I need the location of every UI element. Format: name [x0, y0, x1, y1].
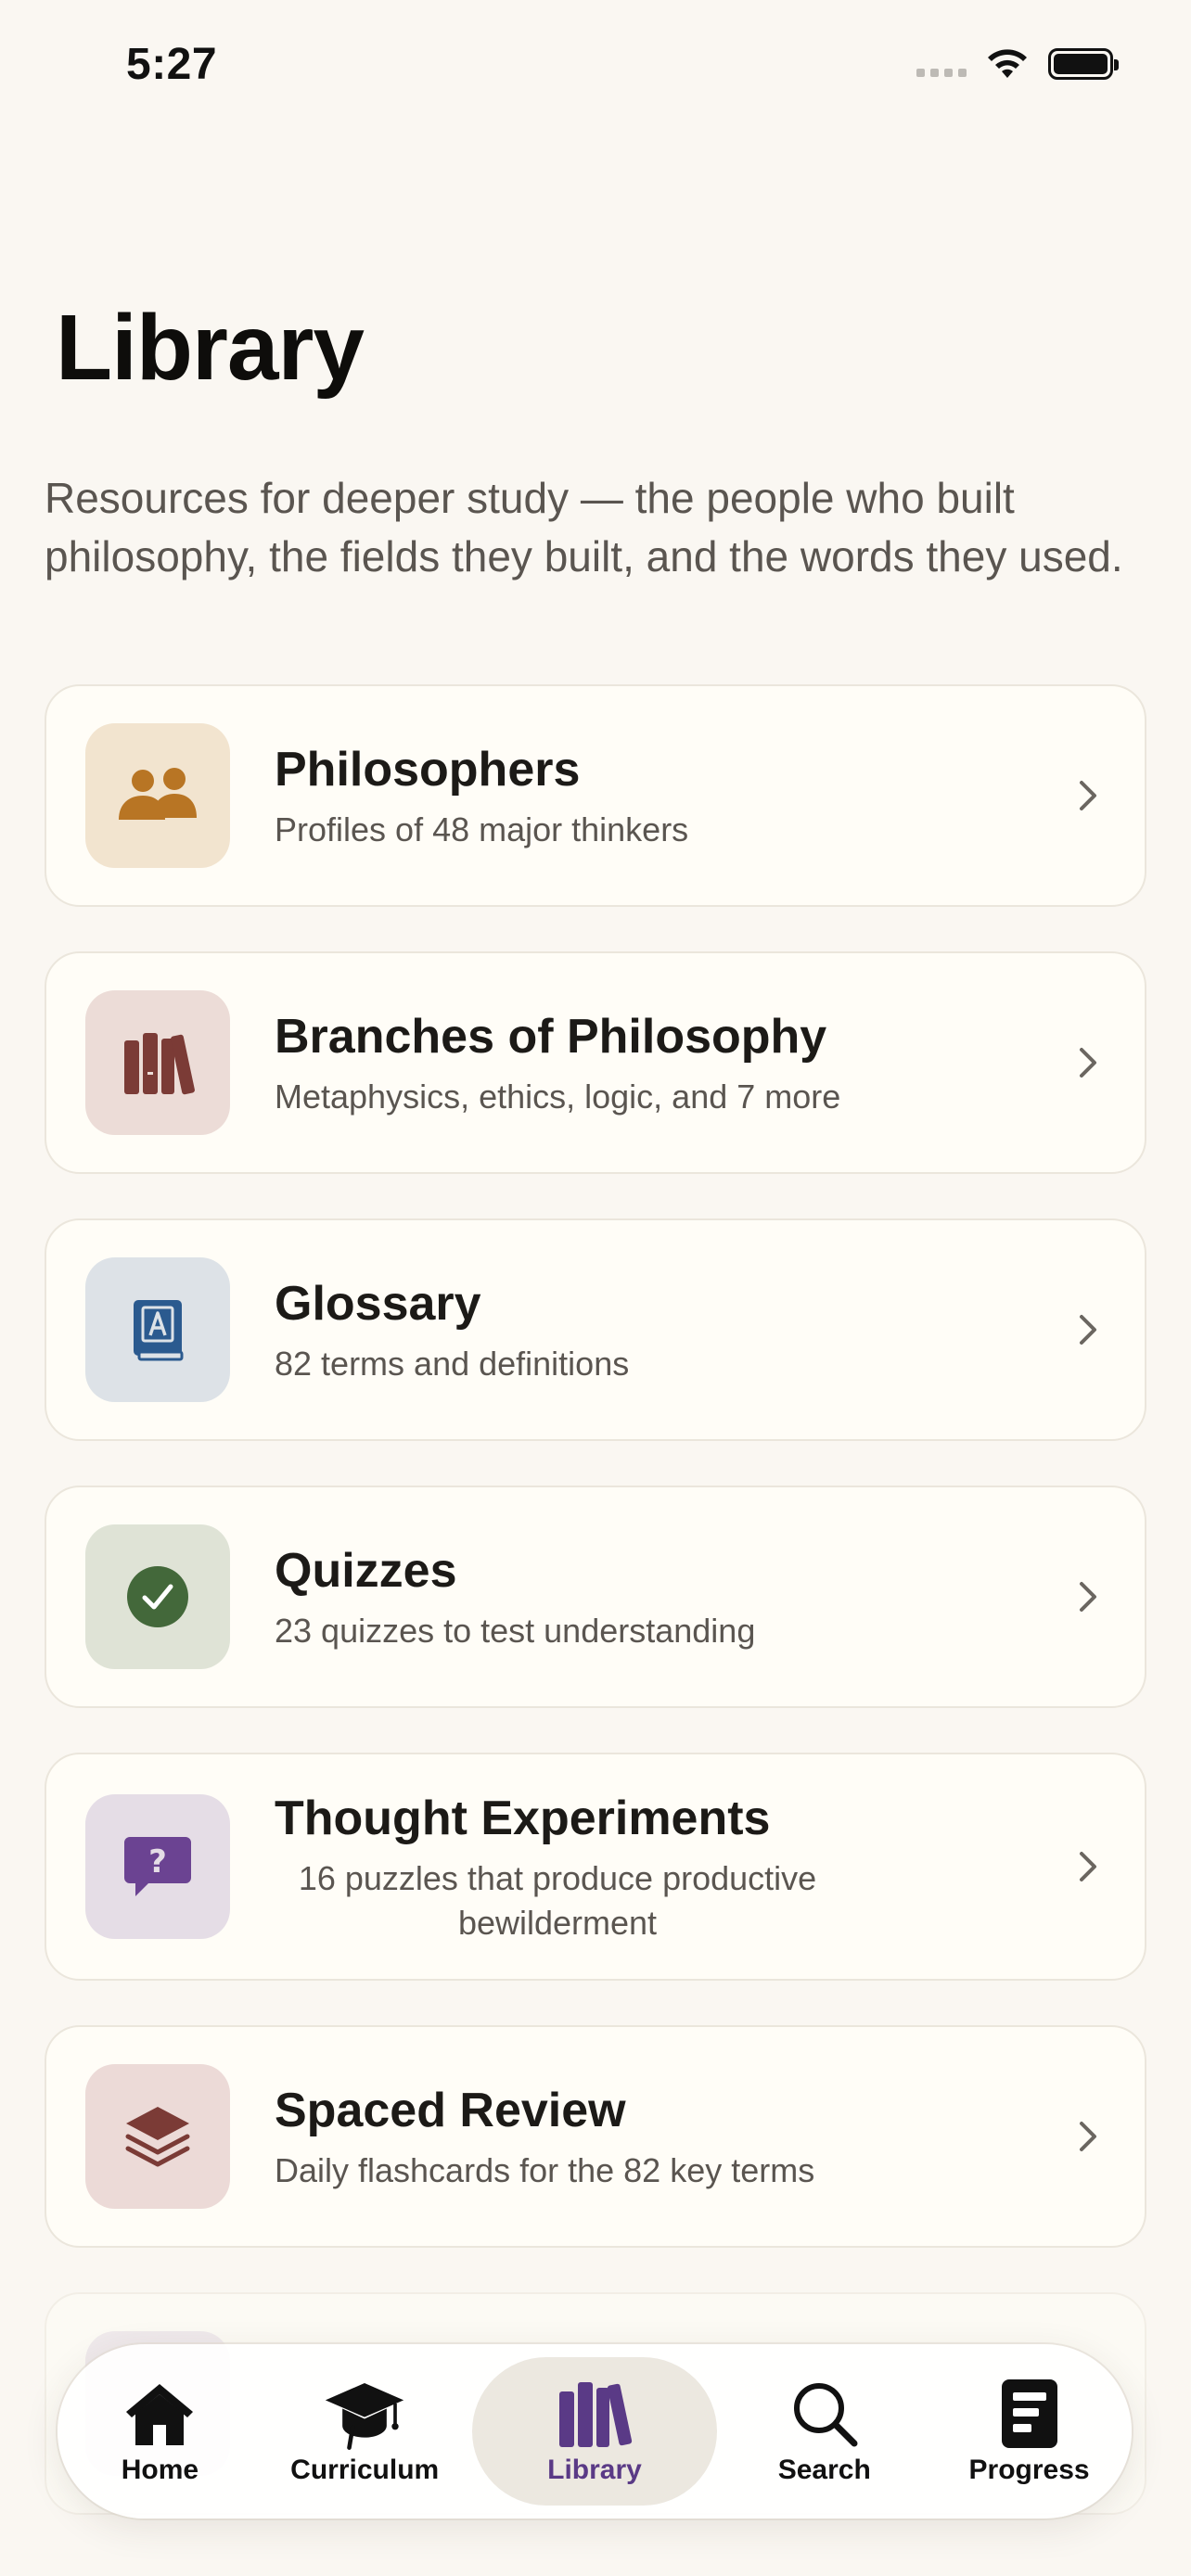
card-title: Glossary [275, 1277, 481, 1331]
card-text: Glossary 82 terms and definitions [275, 1273, 1015, 1386]
chevron-right-icon [1080, 1582, 1096, 1612]
card-text: Branches of Philosophy Metaphysics, ethi… [275, 1006, 1015, 1119]
tab-curriculum[interactable]: Curriculum [267, 2357, 462, 2506]
chevron-right-icon [1080, 1852, 1096, 1881]
chevron-right-icon [1080, 1315, 1096, 1345]
chevron-right-icon [1080, 2122, 1096, 2151]
tab-label: Curriculum [290, 2455, 440, 2485]
people-icon [85, 723, 230, 868]
card-philosophers[interactable]: Philosophers Profiles of 48 major thinke… [45, 684, 1146, 907]
page-subtitle: Resources for deeper study — the people … [45, 474, 1123, 580]
card-description: Profiles of 48 major thinkers [275, 810, 689, 848]
tab-library[interactable]: Library [471, 2357, 717, 2506]
card-description: 23 quizzes to test understanding [275, 1612, 756, 1650]
tab-progress[interactable]: Progress [932, 2357, 1127, 2506]
card-text: Quizzes 23 quizzes to test understanding [275, 1540, 1015, 1653]
card-text: Thought Experiments 16 puzzles that prod… [275, 1788, 1015, 1945]
svg-text:?: ? [148, 1843, 167, 1881]
card-title: Branches of Philosophy [275, 1010, 827, 1064]
card-text: Philosophers Profiles of 48 major thinke… [275, 739, 1015, 852]
library-card-list: Philosophers Profiles of 48 major thinke… [45, 684, 1146, 2559]
card-title: Spaced Review [275, 2084, 626, 2137]
card-thought-experiments[interactable]: ? Thought Experiments 16 puzzles that pr… [45, 1753, 1146, 1981]
card-quizzes[interactable]: Quizzes 23 quizzes to test understanding [45, 1486, 1146, 1708]
card-description: Daily flashcards for the 82 key terms [275, 2151, 815, 2189]
home-icon [119, 2377, 200, 2451]
page-title: Library [56, 296, 365, 400]
books-icon [554, 2377, 635, 2451]
card-title: Philosophers [275, 743, 581, 797]
card-branches-of-philosophy[interactable]: Branches of Philosophy Metaphysics, ethi… [45, 951, 1146, 1174]
card-spaced-review[interactable]: Spaced Review Daily flashcards for the 8… [45, 2025, 1146, 2248]
tab-home[interactable]: Home [62, 2357, 257, 2506]
status-icons [916, 46, 1119, 82]
tab-search[interactable]: Search [727, 2357, 922, 2506]
chevron-right-icon [1080, 1048, 1096, 1078]
card-title: Quizzes [275, 1544, 457, 1598]
status-bar: 5:27 [0, 0, 1191, 139]
tab-bar: Home Curriculum Library Search Progress [58, 2344, 1132, 2519]
card-description: Metaphysics, ethics, logic, and 7 more [275, 1078, 841, 1116]
tab-label: Library [547, 2455, 642, 2485]
question-bubble-icon: ? [85, 1794, 230, 1939]
books-icon [85, 990, 230, 1135]
cellular-signal-icon [916, 51, 967, 77]
battery-icon [1048, 48, 1119, 80]
card-description: 82 terms and definitions [275, 1345, 630, 1383]
status-time: 5:27 [126, 40, 218, 89]
tab-label: Progress [968, 2455, 1090, 2485]
tab-label: Search [777, 2455, 871, 2485]
card-title: Thought Experiments [275, 1792, 771, 1845]
tab-label: Home [121, 2455, 199, 2485]
wifi-icon [988, 49, 1027, 78]
graduation-cap-icon [324, 2377, 405, 2451]
card-glossary[interactable]: Glossary 82 terms and definitions [45, 1218, 1146, 1441]
card-description: 16 puzzles that produce productive bewil… [298, 1859, 817, 1942]
progress-icon [989, 2377, 1070, 2451]
card-text: Spaced Review Daily flashcards for the 8… [275, 2080, 1015, 2193]
search-icon [784, 2377, 865, 2451]
dictionary-icon [85, 1257, 230, 1402]
checkmark-icon [85, 1524, 230, 1669]
chevron-right-icon [1080, 781, 1096, 810]
stack-icon [85, 2064, 230, 2209]
